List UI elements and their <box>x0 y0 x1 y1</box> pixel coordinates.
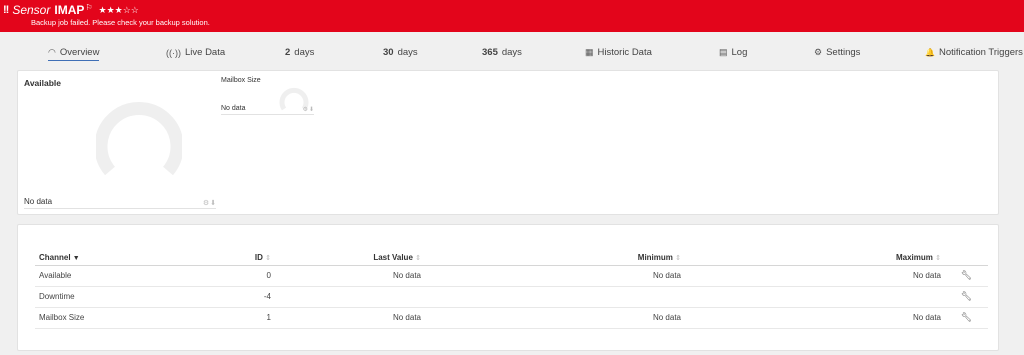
tab-label: Live Data <box>185 47 226 58</box>
tab-number: 365 <box>482 47 498 58</box>
cell-minimum: No data <box>425 265 685 287</box>
wrench-icon[interactable]: 🔧︎ <box>945 265 988 287</box>
cell-last-value <box>275 286 425 308</box>
tab-label: Log <box>731 47 748 58</box>
status-message: Backup job failed. Please check your bac… <box>31 18 210 27</box>
gear-icon[interactable]: ⚙ <box>303 106 308 113</box>
tab-live-data[interactable]: ((·)) Live Data <box>166 44 225 61</box>
flag-icon[interactable]: ⚐ <box>85 3 92 12</box>
live-data-icon: ((·)) <box>166 47 181 58</box>
tab-label: days <box>294 47 315 58</box>
tab-settings[interactable]: ⚙ Settings <box>814 44 860 61</box>
sort-icon: ⇕ <box>935 255 941 263</box>
sort-icon: ⇕ <box>265 255 271 263</box>
gauge-icon: ◠ <box>48 46 56 57</box>
bell-icon: 🔔 <box>925 48 935 57</box>
cell-channel[interactable]: Downtime <box>35 286 215 308</box>
sensor-title-row: !! Sensor IMAP ⚐ ★★★☆☆ <box>3 3 139 18</box>
tab-log[interactable]: ▤ Log <box>719 44 747 61</box>
cell-last-value: No data <box>275 307 425 329</box>
tab-30-days[interactable]: 30 days <box>383 44 418 61</box>
wrench-icon[interactable]: 🔧︎ <box>945 307 988 329</box>
gauge-tools: ⚙ ⬇ <box>203 199 216 207</box>
gauge-arc <box>96 101 182 175</box>
cell-maximum: No data <box>685 265 945 287</box>
table-row[interactable]: Mailbox Size 1 No data No data No data 🔧… <box>35 307 988 329</box>
gauge-footer-available: No data ⚙ ⬇ <box>24 195 216 209</box>
tab-label: days <box>397 47 418 58</box>
cell-minimum: No data <box>425 307 685 329</box>
cell-maximum <box>685 286 945 308</box>
tab-label: Historic Data <box>597 47 652 58</box>
cell-channel[interactable]: Mailbox Size <box>35 307 215 329</box>
tab-label: days <box>501 47 522 58</box>
cell-id: -4 <box>215 286 275 308</box>
cell-channel[interactable]: Available <box>35 265 215 287</box>
cell-last-value: No data <box>275 265 425 287</box>
gauge-value: No data <box>221 105 246 112</box>
channels-table: Channel ▼ ID ⇕ Last Value ⇕ Minimum ⇕ Ma… <box>35 251 988 329</box>
sort-down-icon: ▼ <box>72 255 80 263</box>
column-header-id[interactable]: ID ⇕ <box>215 251 275 266</box>
priority-stars[interactable]: ★★★☆☆ <box>99 5 139 16</box>
download-icon[interactable]: ⬇ <box>309 106 314 113</box>
gauge-available <box>96 101 182 175</box>
cell-id: 0 <box>215 265 275 287</box>
cell-id: 1 <box>215 307 275 329</box>
gear-icon[interactable]: ⚙ <box>203 199 209 207</box>
column-header-channel[interactable]: Channel ▼ <box>35 251 215 266</box>
gauge-title-mailbox-size: Mailbox Size <box>221 77 261 84</box>
tab-historic-data[interactable]: ▦ Historic Data <box>585 44 652 61</box>
column-header-maximum[interactable]: Maximum ⇕ <box>685 251 945 266</box>
sensor-header: !! Sensor IMAP ⚐ ★★★☆☆ Backup job failed… <box>0 0 1024 32</box>
table-header-row: Channel ▼ ID ⇕ Last Value ⇕ Minimum ⇕ Ma… <box>35 251 988 266</box>
tab-notification-triggers[interactable]: 🔔 Notification Triggers <box>925 44 1023 61</box>
log-icon: ▤ <box>719 47 728 57</box>
sensor-kind: Sensor <box>12 3 51 17</box>
tab-number: 30 <box>383 47 394 58</box>
wrench-icon[interactable]: 🔧︎ <box>945 286 988 308</box>
gauge-tools: ⚙ ⬇ <box>303 106 314 113</box>
tab-label: Overview <box>59 46 100 58</box>
tab-label: Settings <box>826 47 861 58</box>
column-header-minimum[interactable]: Minimum ⇕ <box>425 251 685 266</box>
cell-minimum <box>425 286 685 308</box>
gauge-title-available: Available <box>24 78 62 88</box>
warning-icon: !! <box>3 4 9 16</box>
tab-label: Notification Triggers <box>938 47 1023 58</box>
gauges-panel: Available No data ⚙ ⬇ Mailbox Size No da… <box>17 70 999 215</box>
tab-bar: ◠ Overview ((·)) Live Data 2 days 30 day… <box>17 44 1024 64</box>
tab-365-days[interactable]: 365 days <box>482 44 522 61</box>
gauge-value: No data <box>24 197 53 206</box>
cell-maximum: No data <box>685 307 945 329</box>
column-header-last-value[interactable]: Last Value ⇕ <box>275 251 425 266</box>
sensor-name[interactable]: IMAP <box>54 3 84 17</box>
table-row[interactable]: Downtime -4 🔧︎ <box>35 286 988 308</box>
table-row[interactable]: Available 0 No data No data No data 🔧︎ <box>35 265 988 287</box>
download-icon[interactable]: ⬇ <box>210 199 216 207</box>
gear-icon: ⚙ <box>814 47 823 57</box>
column-header-actions <box>945 251 988 266</box>
tab-number: 2 <box>285 47 291 58</box>
gauge-footer-mailbox-size: No data ⚙ ⬇ <box>221 102 314 115</box>
sort-icon: ⇕ <box>415 255 421 263</box>
historic-data-icon: ▦ <box>585 47 594 57</box>
channels-panel: Channel ▼ ID ⇕ Last Value ⇕ Minimum ⇕ Ma… <box>17 224 999 351</box>
tab-2-days[interactable]: 2 days <box>285 44 314 61</box>
tab-overview[interactable]: ◠ Overview <box>48 44 100 61</box>
sort-icon: ⇕ <box>675 255 681 263</box>
